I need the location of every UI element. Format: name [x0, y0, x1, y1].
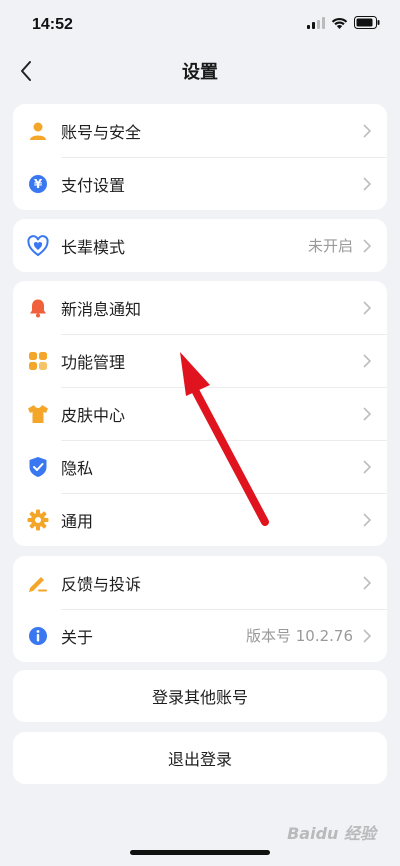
settings-item-feedback[interactable]: 反馈与投诉 [13, 556, 387, 609]
settings-item-label: 反馈与投诉 [61, 574, 142, 594]
settings-item-about[interactable]: 关于 版本号 10.2.76 [13, 609, 387, 662]
version-label: 版本号 10.2.76 [245, 627, 353, 645]
chevron-right-icon [361, 405, 373, 423]
settings-item-label: 关于 [61, 627, 94, 647]
settings-item-account-security[interactable]: 账号与安全 [13, 104, 387, 157]
person-icon [27, 120, 49, 142]
chevron-right-icon [361, 352, 373, 370]
settings-item-general[interactable]: 通用 [13, 493, 387, 546]
settings-item-label: 支付设置 [61, 175, 126, 195]
settings-item-skin-center[interactable]: 皮肤中心 [13, 387, 387, 440]
settings-item-label: 通用 [61, 511, 94, 531]
heart-shield-icon [27, 234, 49, 257]
settings-group-about: 反馈与投诉 关于 版本号 10.2.76 [13, 556, 387, 662]
chevron-right-icon [361, 299, 373, 317]
gear-icon [27, 509, 49, 531]
status-time: 14:52 [32, 16, 73, 33]
settings-item-label: 长辈模式 [61, 237, 126, 257]
chevron-right-icon [361, 627, 373, 645]
wifi-icon [331, 17, 348, 29]
page-title: 设置 [182, 62, 218, 83]
logout-button[interactable]: 退出登录 [13, 732, 387, 784]
status-bar: 14:52 [0, 0, 400, 50]
nav-bar: 设置 [0, 50, 400, 92]
settings-group-account: 账号与安全 ¥ 支付设置 [13, 104, 387, 210]
settings-item-privacy[interactable]: 隐私 [13, 440, 387, 493]
chevron-right-icon [361, 574, 373, 592]
settings-item-value: 未开启 [307, 237, 353, 255]
grid-icon [27, 350, 49, 372]
chevron-right-icon [361, 175, 373, 193]
settings-item-label: 账号与安全 [61, 122, 142, 142]
settings-item-label: 功能管理 [61, 352, 126, 372]
settings-item-label: 皮肤中心 [61, 405, 126, 425]
chevron-right-icon [361, 458, 373, 476]
svg-text:¥: ¥ [34, 177, 43, 191]
settings-item-notifications[interactable]: 新消息通知 [13, 281, 387, 334]
info-icon [27, 625, 49, 647]
shield-check-icon [27, 456, 49, 478]
settings-item-elder-mode[interactable]: 长辈模式 未开启 [13, 219, 387, 272]
signal-icon [307, 16, 325, 29]
settings-group-elder: 长辈模式 未开启 [13, 219, 387, 272]
switch-account-button[interactable]: 登录其他账号 [13, 670, 387, 722]
shirt-icon [27, 403, 49, 425]
chevron-right-icon [361, 122, 373, 140]
settings-item-label: 新消息通知 [61, 299, 142, 319]
pen-icon [27, 572, 49, 594]
home-indicator [130, 850, 270, 855]
battery-icon [354, 16, 380, 29]
chevron-right-icon [361, 511, 373, 529]
status-icons [307, 16, 380, 29]
settings-group-general: 新消息通知 功能管理 皮肤中心 隐私 通用 [13, 281, 387, 546]
settings-item-payment[interactable]: ¥ 支付设置 [13, 157, 387, 210]
bell-icon [27, 297, 49, 319]
chevron-right-icon [361, 237, 373, 255]
settings-item-label: 隐私 [61, 458, 94, 478]
watermark: Baidu 经验 [287, 824, 376, 843]
yen-icon: ¥ [27, 173, 49, 195]
settings-item-feature-management[interactable]: 功能管理 [13, 334, 387, 387]
